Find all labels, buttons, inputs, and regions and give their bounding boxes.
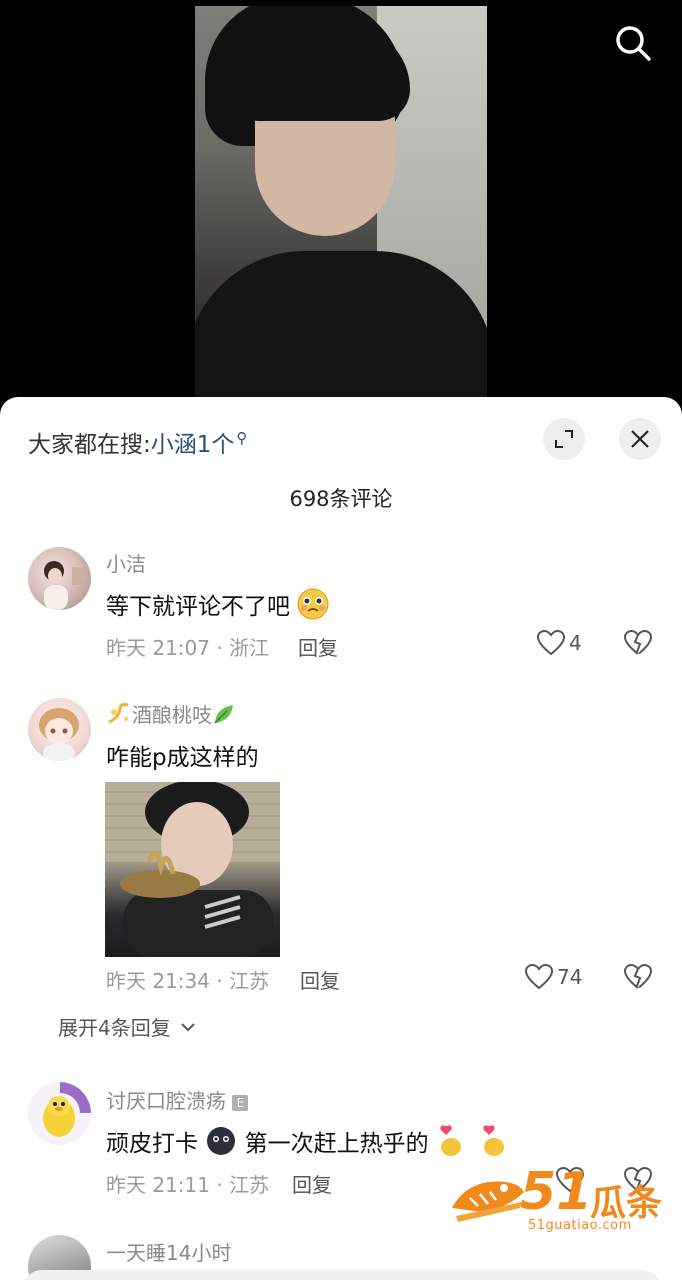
search-button[interactable] <box>612 22 654 64</box>
avatar-image <box>39 708 79 761</box>
like-button[interactable]: 74 <box>525 964 582 990</box>
comment-count: 698条评论 <box>289 487 393 511</box>
magnifier-small-icon: ⚲ <box>236 429 248 448</box>
watermark-number: 51 <box>520 1162 593 1222</box>
comment-text-part2: 第一次赶上热乎的 <box>244 1131 429 1157</box>
comment-meta: 昨天 21:11 · 江苏 <box>106 1173 270 1197</box>
expand-replies-label: 展开4条回复 <box>58 1016 171 1040</box>
dislike-button[interactable] <box>623 963 653 994</box>
leaf-emoji <box>214 705 233 724</box>
like-count: 74 <box>557 965 583 989</box>
comment-image[interactable] <box>105 782 280 957</box>
pleading-face-emoji <box>297 588 329 620</box>
comment-text: 顽皮打卡 第一次赶上热乎的 <box>106 1123 509 1158</box>
expand-icon <box>555 430 573 448</box>
close-button[interactable] <box>619 418 661 460</box>
reply-button[interactable]: 回复 <box>292 1169 332 1198</box>
black-face-emoji <box>207 1127 236 1155</box>
comment-meta: 昨天 21:34 · 江苏 <box>106 969 270 993</box>
video-person-fringe <box>235 26 410 121</box>
comment-input-bar[interactable] <box>22 1270 662 1280</box>
heart-icon <box>525 964 553 990</box>
chevron-down-icon <box>181 1022 195 1031</box>
search-icon <box>616 26 651 61</box>
avatar[interactable] <box>28 547 91 610</box>
avatar[interactable] <box>28 1082 91 1145</box>
video-frame <box>195 6 487 400</box>
comment-meta: 昨天 21:07 · 浙江 <box>106 636 270 660</box>
sheet-header: 大家都在搜:小涵1个 ⚲ <box>0 397 682 477</box>
like-button[interactable]: 4 <box>537 630 582 656</box>
comment-text: 等下就评论不了吧 <box>106 587 329 621</box>
expand-divider-line <box>106 1025 142 1026</box>
like-count: 4 <box>569 631 582 655</box>
close-icon <box>631 430 649 448</box>
watermark-url: 51guatiao.com <box>528 1218 632 1233</box>
expand-replies-button[interactable]: 展开4条回复 <box>58 1012 195 1041</box>
hot-search[interactable]: 大家都在搜:小涵1个 ⚲ <box>28 425 247 459</box>
comment-image-content <box>105 782 280 957</box>
comment-username[interactable]: 酒酿桃吱 <box>106 699 236 728</box>
creator-badge-text: E <box>236 1096 245 1110</box>
video-person-shirt <box>195 251 487 400</box>
dislike-button[interactable] <box>623 629 653 660</box>
comment-username[interactable]: 小洁 <box>106 548 146 577</box>
comment-sheet: 大家都在搜:小涵1个 ⚲ 698条评论 小洁 等下就评论不了吧 昨天 21:07… <box>0 397 682 1280</box>
hot-search-keyword[interactable]: 小涵1个 <box>151 432 235 458</box>
comment-username-text: 讨厌口腔溃疡 <box>106 1089 226 1113</box>
comment-username-text: 酒酿桃吱 <box>132 703 212 727</box>
comment-username[interactable]: 讨厌口腔溃疡 E <box>106 1085 249 1114</box>
avatar-image <box>43 1082 91 1137</box>
expand-button[interactable] <box>543 418 585 460</box>
creator-badge: E <box>232 1095 249 1111</box>
comment-text-part1: 顽皮打卡 <box>106 1131 198 1157</box>
video-player[interactable] <box>0 0 682 400</box>
broken-heart-icon <box>623 963 653 989</box>
dizzy-emoji <box>108 702 129 724</box>
watermark-logo-icon <box>452 1181 524 1222</box>
reply-button[interactable]: 回复 <box>298 632 338 661</box>
site-watermark: 51 瓜条 51guatiao.com <box>448 1162 663 1238</box>
heart-icon <box>537 630 565 656</box>
comment-username[interactable]: 一天睡14小时 <box>106 1237 231 1266</box>
comment-text-content: 等下就评论不了吧 <box>106 594 290 620</box>
hot-search-label: 大家都在搜: <box>28 432 151 458</box>
avatar[interactable] <box>28 698 91 761</box>
finger-heart-emoji <box>440 1125 461 1156</box>
avatar-image <box>44 561 84 610</box>
finger-heart-emoji <box>483 1125 505 1156</box>
reply-button[interactable]: 回复 <box>300 965 340 994</box>
comment-text: 咋能p成这样的 <box>106 745 259 771</box>
broken-heart-icon <box>623 629 653 655</box>
